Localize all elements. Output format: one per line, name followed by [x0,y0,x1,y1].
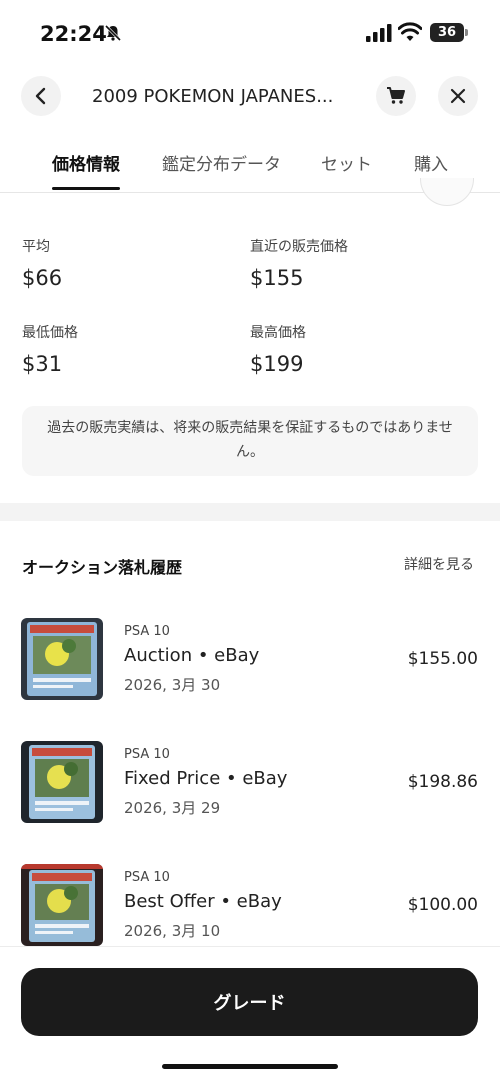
sale-title: Fixed Price • eBay [124,768,288,789]
status-time: 22:24 [40,22,107,46]
tab-buy[interactable]: 購入 [414,150,448,175]
close-button[interactable] [438,76,478,116]
sale-title: Auction • eBay [124,645,260,666]
sale-date: 2026, 3月 29 [124,799,221,817]
active-tab-indicator [52,187,120,190]
card-thumbnail [21,741,103,823]
disclaimer-notice: 過去の販売実績は、将来の販売結果を保証するものではありません。 [22,406,478,476]
cart-button[interactable] [376,76,416,116]
bell-slash-icon [104,24,122,42]
max-price-label: 最高価格 [250,325,306,341]
list-item[interactable]: PSA 10 Auction • eBay 2026, 3月 30 $155.0… [0,618,500,718]
min-price-label: 最低価格 [22,325,78,341]
recent-sale-value: $155 [250,266,304,290]
min-price-value: $31 [22,352,63,376]
max-price-value: $199 [250,352,304,376]
card-thumbnail [21,864,103,946]
sale-price: $155.00 [407,649,478,669]
grade-button[interactable]: グレード [21,968,478,1036]
battery-level: 36 [430,23,464,42]
chevron-left-icon [35,87,46,105]
status-bar: 22:24 36 [0,0,500,66]
page-title: 2009 POKEMON JAPANES... [92,86,334,107]
tab-price-info[interactable]: 価格情報 [52,150,120,175]
average-label: 平均 [22,239,50,255]
see-more-link[interactable]: 詳細を見る [404,554,474,574]
list-item[interactable]: PSA 10 Fixed Price • eBay 2026, 3月 29 $1… [0,741,500,841]
home-indicator[interactable] [162,1064,338,1069]
grade-label: PSA 10 [124,870,170,885]
cart-icon [387,87,405,104]
sale-price: $198.86 [407,772,478,792]
tab-grading-distribution[interactable]: 鑑定分布データ [162,150,281,175]
header: 2009 POKEMON JAPANES... [0,76,500,118]
average-value: $66 [22,266,63,290]
sale-price: $100.00 [407,895,478,915]
grade-label: PSA 10 [124,747,170,762]
sale-title: Best Offer • eBay [124,891,282,912]
back-button[interactable] [21,76,61,116]
battery-tip [465,29,468,36]
cellular-signal-icon [366,24,392,42]
auction-history-title: オークション落札履歴 [22,558,183,577]
wifi-icon [398,22,422,41]
tab-set[interactable]: セット [321,150,372,175]
card-thumbnail [21,618,103,700]
close-icon [450,88,466,104]
recent-sale-label: 直近の販売価格 [250,239,348,255]
section-divider [0,503,500,521]
grade-label: PSA 10 [124,624,170,639]
sale-date: 2026, 3月 30 [124,676,221,694]
sale-date: 2026, 3月 10 [124,922,221,940]
scrolled-control-edge[interactable] [420,178,474,206]
